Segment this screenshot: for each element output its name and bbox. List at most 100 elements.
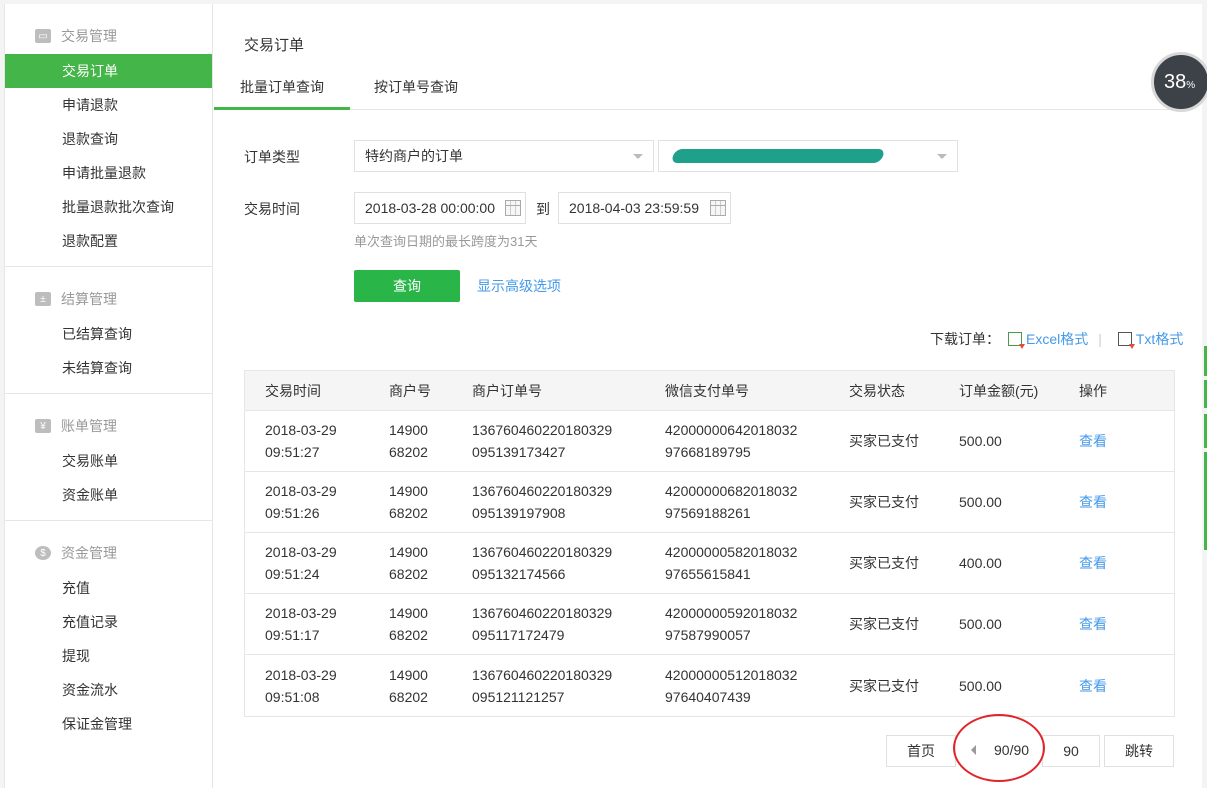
- sidebar-item-recharge-records[interactable]: 充值记录: [5, 605, 212, 639]
- table-row: 2018-03-29 09:51:27 14900 68202 1367604602…: [245, 411, 1174, 472]
- cell-text: 2018-03-29: [265, 544, 337, 560]
- sidebar-head-label: 资金管理: [61, 545, 117, 561]
- orders-table: 交易时间 商户号 商户订单号 微信支付单号 交易状态 订单金额(元) 操作 20…: [244, 370, 1175, 717]
- trade-time-cell: 2018-03-29 09:51:27: [265, 411, 337, 471]
- cell-text: 42000000582018032: [665, 544, 798, 560]
- cell-text: 97569188261: [665, 505, 751, 521]
- trade-time-label: 交易时间: [244, 201, 300, 217]
- merchant-select[interactable]: [658, 140, 958, 172]
- cell-text: 09:51:17: [265, 627, 320, 643]
- status-cell: 买家已支付: [849, 555, 919, 571]
- sidebar-item-unsettled-query[interactable]: 未结算查询: [5, 351, 212, 385]
- cell-text: 2018-03-29: [265, 605, 337, 621]
- view-link[interactable]: 查看: [1079, 613, 1107, 635]
- progress-value: 38: [1164, 71, 1187, 93]
- calendar-icon[interactable]: [505, 200, 521, 216]
- cell-text: 2018-03-29: [265, 666, 337, 683]
- start-time-value: 2018-03-28 00:00:00: [365, 200, 495, 216]
- cell-text: 97640407439: [665, 688, 751, 705]
- cell-text: 68202: [389, 444, 428, 460]
- order-type-label: 订单类型: [244, 149, 300, 165]
- start-time-input[interactable]: 2018-03-28 00:00:00: [354, 192, 526, 224]
- cell-text: 09:51:08: [265, 688, 320, 705]
- divider: |: [1098, 331, 1102, 347]
- sidebar-item-recharge[interactable]: 充值: [5, 571, 212, 605]
- view-link[interactable]: 查看: [1079, 675, 1107, 697]
- col-header: 订单金额(元): [959, 382, 1039, 399]
- date-range-hint: 单次查询日期的最长跨度为31天: [354, 234, 538, 249]
- txt-icon: [1117, 332, 1135, 349]
- view-link[interactable]: 查看: [1079, 430, 1107, 452]
- view-link[interactable]: 查看: [1079, 552, 1107, 574]
- cell-text: 42000000642018032: [665, 422, 798, 438]
- sidebar-item-withdraw[interactable]: 提现: [5, 639, 212, 673]
- table-row: 2018-03-29 09:51:26 14900 68202 1367604602…: [245, 472, 1174, 533]
- sidebar-item-settled-query[interactable]: 已结算查询: [5, 317, 212, 351]
- wechat-order-cell: 42000000642018032 97668189795: [665, 411, 797, 471]
- cell-text: 095121121257: [472, 688, 565, 705]
- amount-cell: 500.00: [959, 494, 1002, 510]
- excel-download-link[interactable]: Excel格式: [1026, 329, 1088, 349]
- jump-button[interactable]: 跳转: [1104, 735, 1174, 767]
- trade-time-cell: 2018-03-29 09:51:24: [265, 533, 337, 593]
- sidebar-item-apply-refund[interactable]: 申请退款: [5, 88, 212, 122]
- col-header: 操作: [1079, 382, 1107, 399]
- end-time-value: 2018-04-03 23:59:59: [569, 200, 699, 216]
- sidebar-item-refund-query[interactable]: 退款查询: [5, 122, 212, 156]
- sidebar-group-settlement: ± 结算管理 已结算查询 未结算查询: [5, 267, 212, 394]
- end-time-input[interactable]: 2018-04-03 23:59:59: [558, 192, 731, 224]
- order-type-select[interactable]: 特约商户的订单: [354, 140, 654, 172]
- cell-text: 136760460220180329: [472, 666, 613, 683]
- first-page-button[interactable]: 首页: [886, 735, 956, 767]
- cell-text: 095132174566: [472, 566, 566, 582]
- cell-text: 136760460220180329: [472, 544, 613, 560]
- col-header: 交易时间: [265, 382, 321, 399]
- cell-text: 14900: [389, 605, 428, 621]
- action-cell: 查看: [1079, 594, 1107, 654]
- order-type-value: 特约商户的订单: [365, 148, 463, 164]
- txt-download-link[interactable]: Txt格式: [1136, 329, 1183, 349]
- query-button[interactable]: 查询: [354, 270, 460, 302]
- sidebar-head-label: 账单管理: [61, 418, 117, 434]
- advanced-options-link[interactable]: 显示高级选项: [477, 276, 561, 296]
- sidebar-head-bills: ¥ 账单管理: [5, 414, 212, 438]
- sidebar-item-trade-bill[interactable]: 交易账单: [5, 444, 212, 478]
- merchant-order-cell: 136760460220180329 095132174566: [472, 533, 612, 593]
- tab-order-no-query[interactable]: 按订单号查询: [372, 68, 460, 110]
- sidebar-item-refund-config[interactable]: 退款配置: [5, 224, 212, 258]
- sidebar-item-deposit-manage[interactable]: 保证金管理: [5, 707, 212, 741]
- card-icon: ▭: [35, 29, 51, 43]
- cell-text: 2018-03-29: [265, 422, 337, 438]
- calendar-icon[interactable]: [710, 200, 726, 216]
- cell-text: 136760460220180329: [472, 483, 613, 499]
- status-cell: 买家已支付: [849, 616, 919, 632]
- sidebar-item-batch-refund-query[interactable]: 批量退款批次查询: [5, 190, 212, 224]
- cell-text: 42000000682018032: [665, 483, 798, 499]
- sidebar-item-trade-orders[interactable]: 交易订单: [5, 54, 212, 88]
- sidebar-group-trade: ▭ 交易管理 交易订单 申请退款 退款查询 申请批量退款 批量退款批次查询 退款…: [5, 4, 212, 267]
- main-content: 交易订单 批量订单查询 按订单号查询 订单类型 特约商户的订单 交易时间 201…: [214, 4, 1202, 788]
- sidebar-item-fund-bill[interactable]: 资金账单: [5, 478, 212, 512]
- progress-widget[interactable]: 38%: [1151, 52, 1207, 112]
- amount-cell: 500.00: [959, 433, 1002, 449]
- view-link[interactable]: 查看: [1079, 491, 1107, 513]
- sidebar-item-fund-flow[interactable]: 资金流水: [5, 673, 212, 707]
- amount-cell: 500.00: [959, 677, 1002, 694]
- cell-text: 095117172479: [472, 627, 565, 643]
- jump-page-input[interactable]: 90: [1042, 735, 1100, 767]
- chevron-down-icon: [633, 154, 643, 159]
- cell-text: 14900: [389, 422, 428, 438]
- tab-batch-query[interactable]: 批量订单查询: [214, 68, 350, 110]
- col-header: 商户订单号: [472, 382, 542, 399]
- table-header: 交易时间 商户号 商户订单号 微信支付单号 交易状态 订单金额(元) 操作: [245, 371, 1174, 411]
- wechat-order-cell: 42000000582018032 97655615841: [665, 533, 797, 593]
- status-cell: 买家已支付: [849, 433, 919, 449]
- action-cell: 查看: [1079, 655, 1107, 716]
- wechat-order-cell: 42000000512018032 97640407439: [665, 655, 797, 716]
- trade-time-cell: 2018-03-29 09:51:08: [265, 655, 337, 716]
- wechat-order-cell: 42000000682018032 97569188261: [665, 472, 797, 532]
- progress-unit: %: [1186, 80, 1196, 91]
- cell-text: 68202: [389, 627, 428, 643]
- sidebar-item-batch-refund[interactable]: 申请批量退款: [5, 156, 212, 190]
- action-cell: 查看: [1079, 472, 1107, 532]
